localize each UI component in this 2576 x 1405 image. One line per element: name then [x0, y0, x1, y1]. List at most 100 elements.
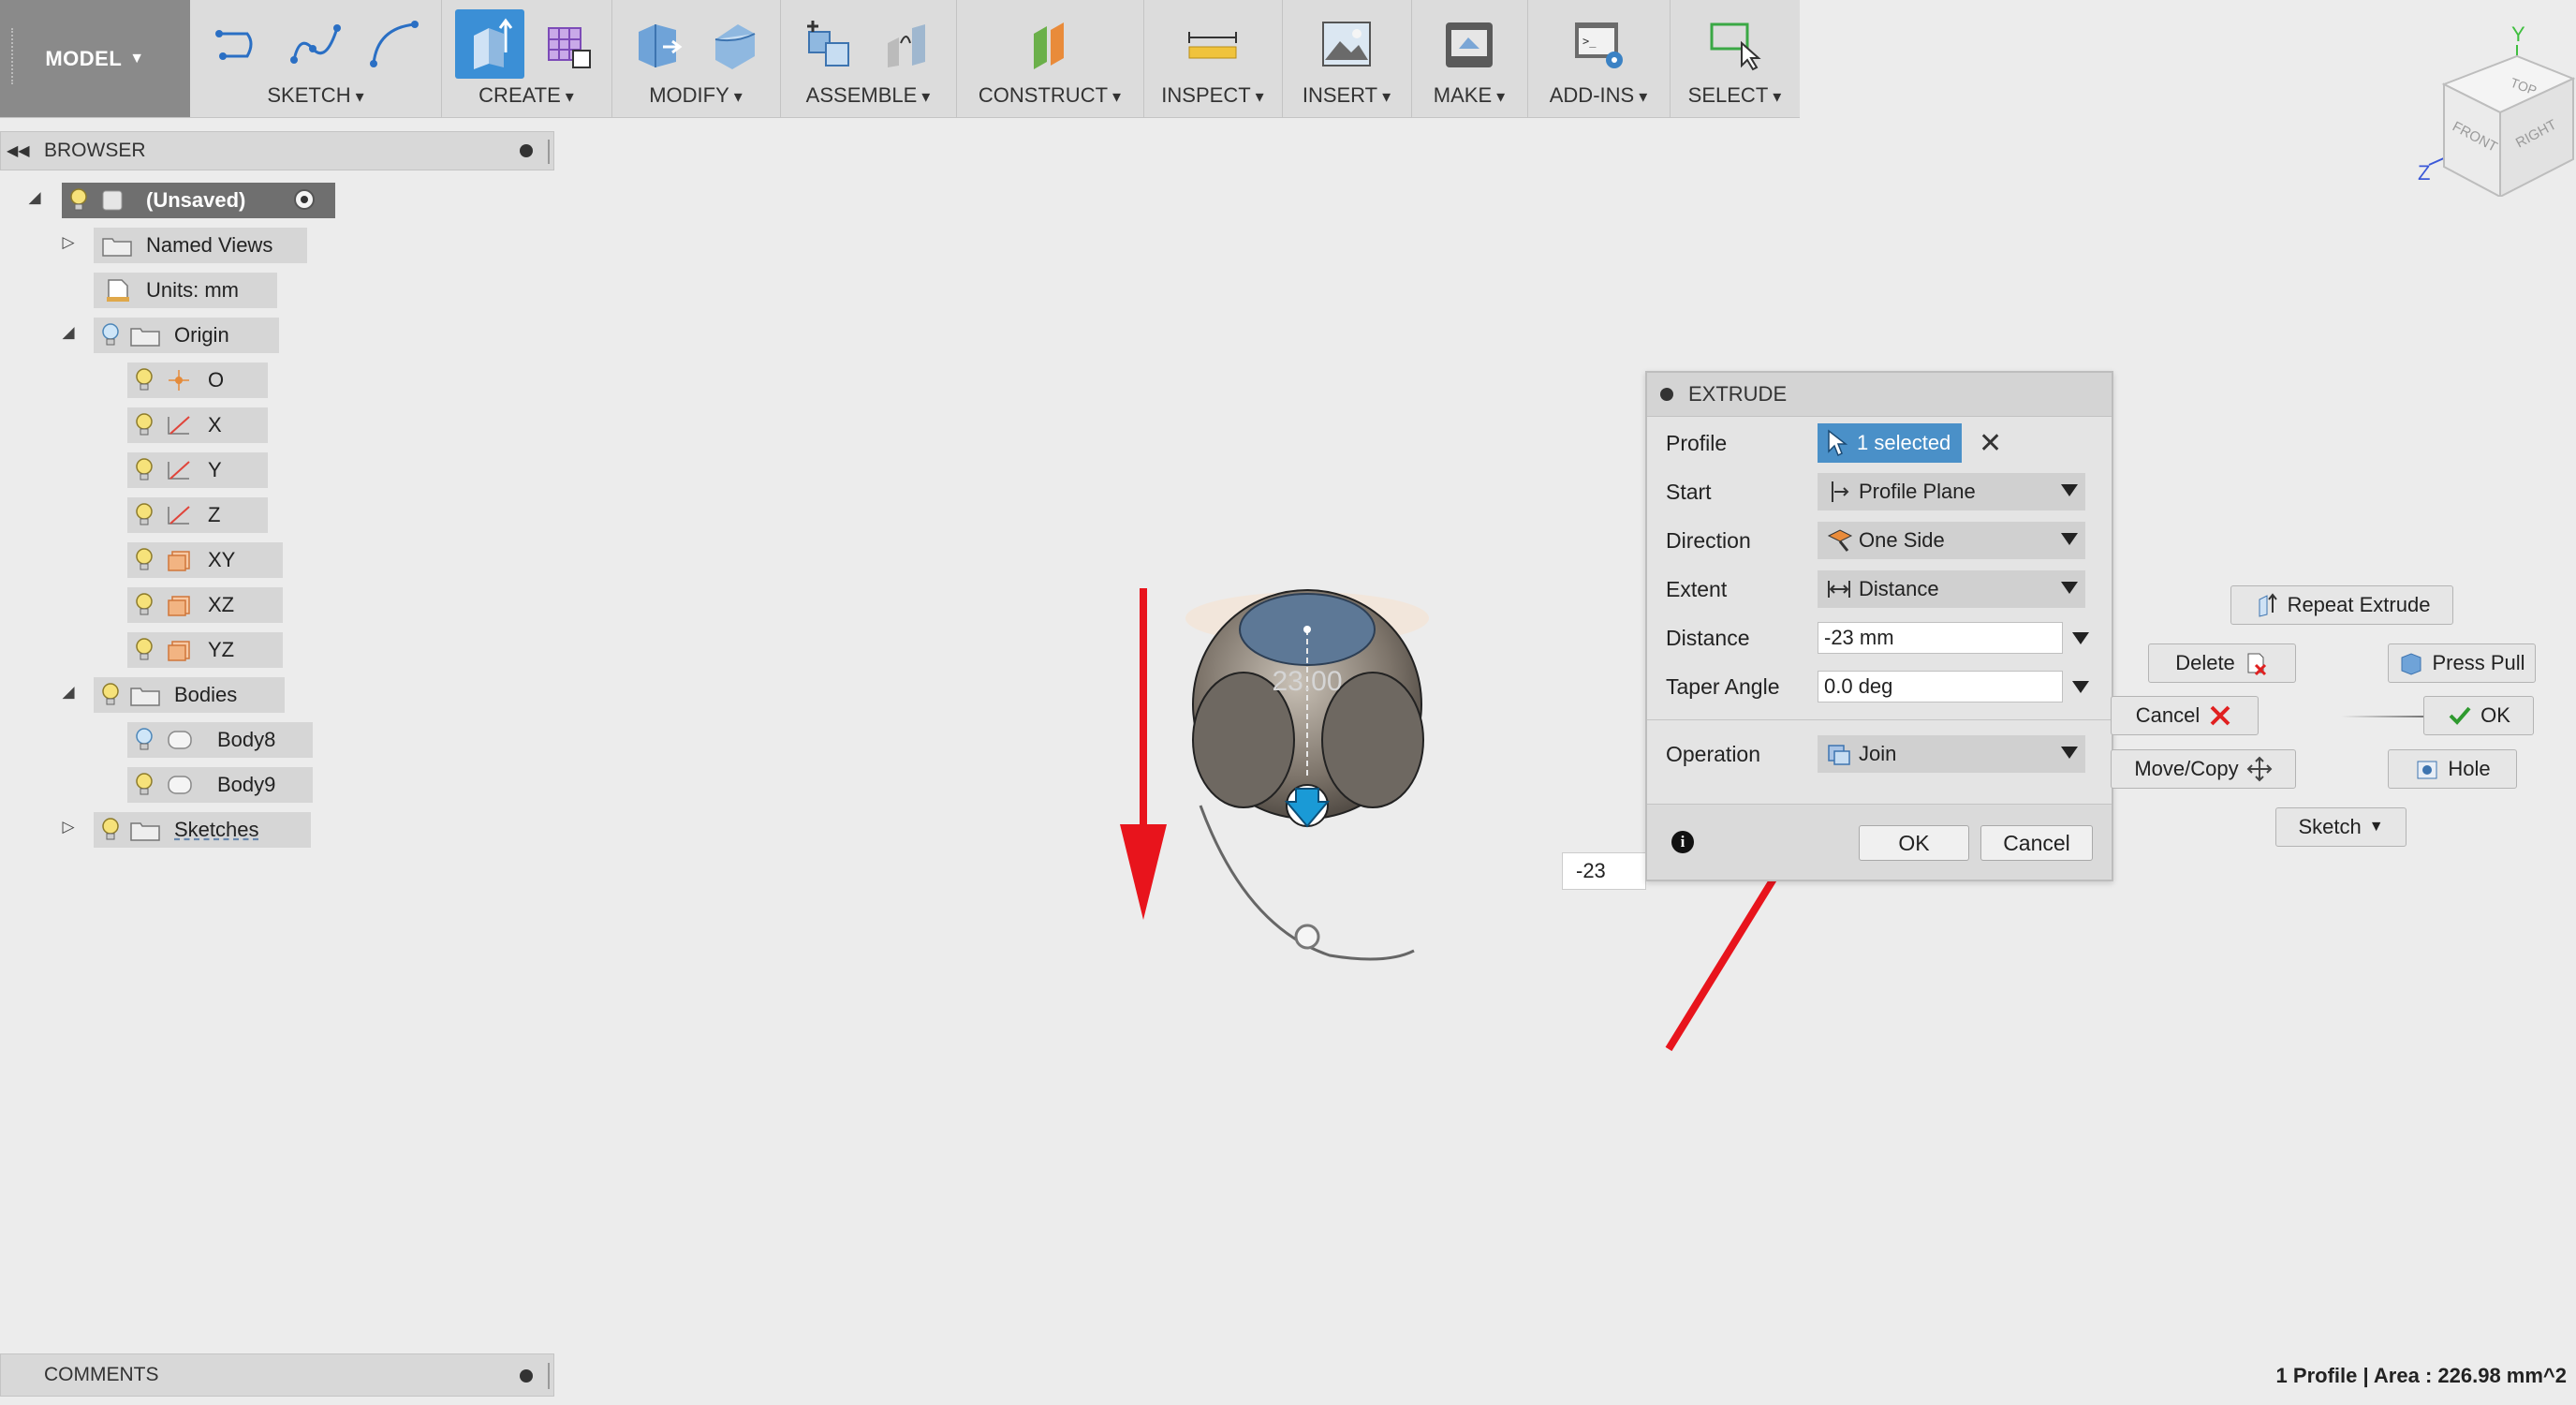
view-cube[interactable]: Y Z TOP FRONT RIGHT	[2416, 9, 2575, 197]
collapse-panel-icon[interactable]: ◀◀	[7, 141, 33, 160]
visibility-bulb-icon[interactable]	[135, 773, 154, 797]
visibility-bulb-icon[interactable]	[135, 413, 154, 437]
marking-ok-button[interactable]: OK	[2423, 696, 2534, 735]
fillet-icon[interactable]	[704, 15, 762, 73]
visibility-bulb-icon[interactable]	[69, 188, 88, 213]
insert-menu[interactable]: INSERT	[1282, 83, 1411, 108]
expand-triangle-icon[interactable]: ▷	[58, 818, 79, 836]
hole-button[interactable]: Hole	[2388, 749, 2517, 789]
tree-item-y-axis[interactable]: Y	[127, 452, 268, 488]
tree-item-origin[interactable]: Origin	[94, 318, 279, 353]
new-component-icon[interactable]	[800, 15, 858, 73]
expand-triangle-icon[interactable]: ▷	[58, 233, 79, 252]
pin-panel-icon[interactable]	[520, 144, 533, 157]
inspect-menu[interactable]: INSPECT	[1143, 83, 1282, 108]
visibility-bulb-icon[interactable]	[101, 818, 120, 842]
visibility-bulb-icon[interactable]	[135, 593, 154, 617]
addins-menu[interactable]: ADD-INS	[1527, 83, 1670, 108]
delete-button[interactable]: Delete	[2148, 643, 2296, 683]
select-menu[interactable]: SELECT	[1670, 83, 1800, 108]
axis-y-label: Y	[2511, 22, 2525, 46]
window-select-icon[interactable]	[1706, 15, 1764, 73]
move-copy-button[interactable]: Move/Copy	[2111, 749, 2296, 789]
extrude-button[interactable]	[455, 9, 525, 79]
visibility-bulb-icon[interactable]	[135, 728, 154, 752]
extrude-dialog-header[interactable]: EXTRUDE	[1647, 373, 2112, 417]
visibility-bulb-icon[interactable]	[135, 548, 154, 572]
joint-icon[interactable]	[878, 15, 936, 73]
make-menu[interactable]: MAKE	[1411, 83, 1527, 108]
clear-selection-icon[interactable]: ✕	[1979, 427, 2002, 460]
tree-item-x-axis[interactable]: X	[127, 407, 268, 443]
marking-cancel-button[interactable]: Cancel	[2111, 696, 2259, 735]
toolbar-grip[interactable]	[11, 28, 17, 84]
tree-item-units[interactable]: Units: mm	[94, 273, 277, 308]
visibility-bulb-icon[interactable]	[101, 683, 120, 707]
panel-resize-grip[interactable]	[548, 1363, 550, 1389]
measure-icon[interactable]	[1184, 15, 1242, 73]
chevron-down-icon[interactable]	[2072, 680, 2089, 693]
activate-radio-icon[interactable]	[294, 189, 315, 210]
repeat-extrude-button[interactable]: Repeat Extrude	[2230, 585, 2453, 625]
insert-image-icon[interactable]	[1317, 15, 1376, 73]
comments-panel-header[interactable]: COMMENTS	[0, 1353, 554, 1397]
tree-item-xy-plane[interactable]: XY	[127, 542, 283, 578]
visibility-bulb-icon[interactable]	[135, 458, 154, 482]
info-icon[interactable]: i	[1671, 831, 1694, 853]
distance-input[interactable]: -23 mm	[1818, 622, 2063, 654]
extent-select[interactable]: Distance	[1818, 570, 2085, 608]
distance-input-overlay[interactable]: -23	[1562, 852, 1646, 890]
visibility-bulb-icon[interactable]	[135, 638, 154, 662]
press-pull-button[interactable]: Press Pull	[2388, 643, 2536, 683]
minimize-dialog-icon[interactable]	[1660, 388, 1673, 401]
form-box-icon[interactable]	[539, 15, 597, 73]
start-select[interactable]: Profile Plane	[1818, 473, 2085, 510]
collapse-triangle-icon[interactable]: ◢	[58, 323, 79, 342]
tree-item-body8[interactable]: Body8	[127, 722, 313, 758]
tree-item-named-views[interactable]: Named Views	[94, 228, 307, 263]
panel-resize-grip[interactable]	[548, 140, 550, 164]
3d-print-icon[interactable]	[1440, 15, 1498, 73]
modify-menu[interactable]: MODIFY	[611, 83, 780, 108]
dialog-cancel-button[interactable]: Cancel	[1980, 825, 2093, 861]
chevron-down-icon[interactable]	[2072, 631, 2089, 644]
start-value: Profile Plane	[1859, 480, 1976, 503]
rotation-handle-icon[interactable]	[1294, 924, 1320, 950]
tree-item-z-axis[interactable]: Z	[127, 497, 268, 533]
sketch-menu[interactable]: SKETCH	[190, 83, 441, 108]
status-readout: 1 Profile | Area : 226.98 mm^2	[2275, 1364, 2567, 1387]
tree-item-sketches[interactable]: Sketches	[94, 812, 311, 848]
sketch-menu-button[interactable]: Sketch ▼	[2275, 807, 2407, 847]
body-solid[interactable]	[1192, 589, 1422, 820]
visibility-bulb-icon[interactable]	[135, 368, 154, 392]
offset-plane-icon[interactable]	[1021, 15, 1079, 73]
tree-item-bodies[interactable]: Bodies	[94, 677, 285, 713]
direction-select[interactable]: One Side	[1818, 522, 2085, 559]
line-sketch-icon[interactable]	[210, 15, 268, 73]
collapse-triangle-icon[interactable]: ◢	[58, 683, 79, 702]
comments-title: COMMENTS	[44, 1364, 159, 1385]
spline-sketch-icon[interactable]	[287, 15, 345, 73]
tree-item-xz-plane[interactable]: XZ	[127, 587, 283, 623]
create-menu[interactable]: CREATE	[441, 83, 611, 108]
dialog-ok-button[interactable]: OK	[1859, 825, 1969, 861]
scripts-icon[interactable]: >_	[1569, 15, 1627, 73]
selected-profile-face[interactable]	[1239, 593, 1376, 666]
collapse-triangle-icon[interactable]: ◢	[24, 188, 45, 207]
tree-item-body9[interactable]: Body9	[127, 767, 313, 803]
operation-select[interactable]: Join	[1818, 735, 2085, 773]
document-icon	[102, 190, 123, 211]
tree-item-origin-point[interactable]: O	[127, 362, 268, 398]
press-pull-icon[interactable]	[629, 15, 687, 73]
workspace-switcher-button[interactable]: MODEL ▼	[0, 0, 190, 117]
add-comment-icon[interactable]	[520, 1369, 533, 1383]
construct-menu[interactable]: CONSTRUCT	[956, 83, 1143, 108]
visibility-bulb-icon[interactable]	[135, 503, 154, 527]
taper-angle-input[interactable]: 0.0 deg	[1818, 671, 2063, 702]
arc-sketch-icon[interactable]	[364, 15, 422, 73]
visibility-bulb-icon[interactable]	[101, 323, 120, 348]
profile-selection-chip[interactable]: 1 selected	[1818, 423, 1962, 463]
tree-item-yz-plane[interactable]: YZ	[127, 632, 283, 668]
extrude-drag-arrow-icon[interactable]	[1284, 784, 1331, 828]
assemble-menu[interactable]: ASSEMBLE	[780, 83, 956, 108]
